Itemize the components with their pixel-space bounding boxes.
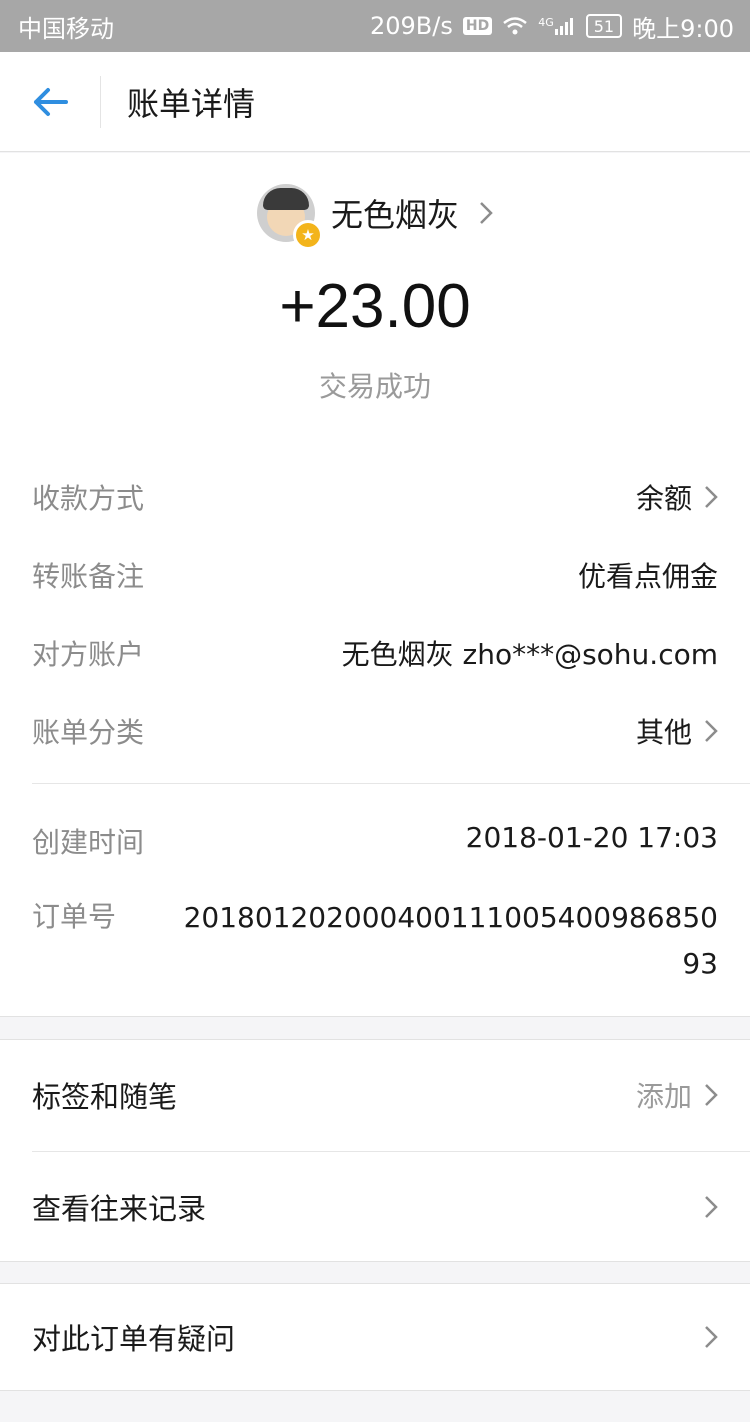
add-tag-action: 添加 (635, 1080, 692, 1113)
detail-label: 收款方式 (32, 482, 145, 515)
detail-row-order-number: 订单号 201801202000400111005400986850 93 (32, 895, 718, 987)
detail-row-remark: 转账备注 优看点佣金 (32, 555, 718, 595)
status-icons: 209B/s HD 4G 51 晚上9:00 (370, 9, 734, 44)
chevron-right-icon (479, 201, 493, 225)
detail-label: 转账备注 (32, 560, 145, 593)
order-number: 201801202000400111005400986850 93 (178, 895, 718, 987)
network-speed: 209B/s (369, 12, 453, 40)
avatar: ★ (256, 184, 323, 250)
order-question-label: 对此订单有疑问 (32, 1322, 236, 1356)
status-bar: 中国移动 209B/s HD 4G 51 晚上9:00 (0, 0, 750, 52)
payer-link[interactable]: ★ 无色烟灰 (0, 181, 750, 250)
nav-bar: 账单详情 (0, 52, 750, 152)
back-arrow-icon (34, 87, 68, 116)
transaction-status: 交易成功 (318, 370, 431, 403)
carrier-name: 中国移动 (18, 14, 114, 43)
order-number-line: 201801202000400111005400986850 (183, 901, 718, 934)
order-number-line: 93 (682, 947, 718, 980)
detail-value: 无色烟灰 zho***@sohu.com (341, 638, 718, 671)
detail-row-account: 对方账户 无色烟灰 zho***@sohu.com (32, 633, 718, 673)
chevron-right-icon (704, 1325, 718, 1349)
nav-divider (100, 75, 101, 128)
clock: 晚上9:00 (632, 14, 734, 43)
detail-row-category[interactable]: 账单分类 其他 (32, 711, 718, 751)
detail-label: 订单号 (32, 900, 117, 933)
detail-value: 余额 (635, 482, 692, 515)
chevron-right-icon (704, 1195, 718, 1219)
tags-notes-row[interactable]: 标签和随笔 添加 (32, 1040, 718, 1150)
question-card: 对此订单有疑问 (0, 1283, 750, 1391)
history-label: 查看往来记录 (32, 1192, 207, 1226)
history-row[interactable]: 查看往来记录 (32, 1152, 718, 1262)
signal-icon: 4G (538, 16, 576, 36)
bill-summary-card: ★ 无色烟灰 +23.00 交易成功 收款方式 余额 转账备注 优看点佣金 对方… (0, 153, 750, 1017)
section-divider (32, 783, 750, 784)
chevron-right-icon (704, 1083, 718, 1107)
chevron-right-icon (704, 485, 718, 509)
detail-label: 对方账户 (32, 638, 145, 671)
detail-label: 账单分类 (32, 716, 145, 749)
network-type: 4G (538, 16, 554, 29)
chevron-right-icon (704, 719, 718, 743)
hd-icon: HD (462, 17, 493, 35)
detail-value: 优看点佣金 (577, 560, 718, 593)
amount: +23.00 (279, 272, 471, 341)
actions-card: 标签和随笔 添加 查看往来记录 (0, 1039, 750, 1262)
payer-name: 无色烟灰 (330, 196, 459, 234)
wifi-icon (502, 16, 528, 36)
detail-value: 2018-01-20 17:03 (465, 821, 718, 854)
star-badge-icon: ★ (292, 220, 323, 250)
order-question-row[interactable]: 对此订单有疑问 (32, 1284, 718, 1390)
detail-label: 创建时间 (32, 826, 145, 859)
battery-icon: 51 (585, 14, 623, 38)
detail-row-created-time: 创建时间 2018-01-20 17:03 (32, 821, 718, 861)
page-title: 账单详情 (127, 84, 256, 123)
back-button[interactable] (0, 52, 100, 152)
detail-row-payment-method[interactable]: 收款方式 余额 (32, 477, 718, 517)
detail-value: 其他 (635, 716, 692, 749)
tags-notes-label: 标签和随笔 (32, 1080, 178, 1114)
